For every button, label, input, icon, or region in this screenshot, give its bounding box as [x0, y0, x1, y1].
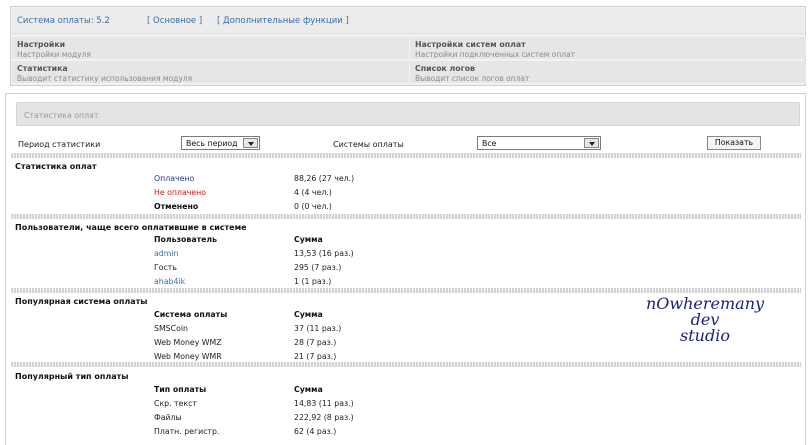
section-divider [11, 362, 801, 367]
systems-select[interactable]: Все [477, 136, 601, 150]
row-value: 4 (4 чел.) [294, 188, 332, 197]
systems-select-value: Все [482, 139, 497, 148]
menu-item-desc: Настройки подключенных систем оплат [415, 50, 576, 59]
row-label-unpaid: Не оплачено [154, 188, 207, 197]
row-value: 1 (1 раз.) [294, 277, 332, 286]
panel-title: Статистика оплат [24, 111, 99, 120]
row-value: 62 (4 раз.) [294, 427, 337, 436]
section-divider [11, 153, 801, 158]
section-divider [11, 214, 801, 219]
section-title-stats: Статистика оплат [15, 162, 97, 171]
menu-item-title: Список логов [415, 64, 475, 73]
system-name: Web Money WMZ [154, 338, 222, 347]
row-value: 222,92 (8 раз.) [294, 413, 354, 422]
nav-main-link[interactable]: [ Основное ] [147, 16, 202, 26]
system-name: Web Money WMR [154, 352, 222, 361]
version-label: Система оплаты: 5.2 [17, 16, 110, 26]
column-header: Тип оплаты [154, 385, 207, 394]
user-name: Гость [154, 263, 177, 272]
menu-item-statistics[interactable]: Статистика Выводит статистику использова… [12, 61, 409, 83]
row-label-cancelled: Отменено [154, 202, 199, 211]
system-name: SMSCoin [154, 324, 188, 333]
section-divider [11, 288, 801, 293]
column-header: Система оплаты [154, 310, 228, 319]
section-title-systems: Популярная система оплаты [15, 297, 148, 306]
row-value: 14,83 (11 раз.) [294, 399, 354, 408]
module-header-panel: Система оплаты: 5.2 [ Основное ] [ Допол… [10, 6, 806, 86]
section-title-users: Пользователи, чаще всего оплатившие в си… [15, 223, 247, 232]
row-value: 37 (11 раз.) [294, 324, 342, 333]
period-select[interactable]: Весь период [181, 136, 260, 150]
nav-extra-functions-link[interactable]: [ Дополнительные функции ] [217, 16, 349, 26]
user-link[interactable]: admin [154, 249, 178, 258]
user-link[interactable]: ahab4ik [154, 277, 185, 286]
menu-item-settings[interactable]: Настройки Настройки модуля [12, 37, 409, 59]
studio-logo: nOwheremany dev studio [630, 296, 780, 344]
menu-item-payment-systems-settings[interactable]: Настройки систем оплат Настройки подключ… [410, 37, 806, 59]
column-header: Сумма [294, 310, 323, 319]
chevron-down-icon[interactable] [243, 138, 258, 148]
row-value: 21 (7 раз.) [294, 352, 337, 361]
column-header: Сумма [294, 385, 323, 394]
systems-label: Системы оплаты [333, 140, 404, 149]
menu-item-logs[interactable]: Список логов Выводит список логов оплат [410, 61, 806, 83]
period-label: Период статистики [18, 140, 101, 149]
chevron-down-icon[interactable] [584, 138, 599, 148]
row-label-paid: Оплачено [154, 174, 195, 183]
type-name: Скр. текст [154, 399, 197, 408]
menu-item-desc: Выводит статистику использования модуля [17, 74, 193, 83]
menu-item-desc: Настройки модуля [17, 50, 91, 59]
section-title-types: Популярный тип оплаты [15, 372, 129, 381]
period-select-value: Весь период [186, 139, 238, 148]
menu-item-title: Статистика [17, 64, 68, 73]
menu-item-desc: Выводит список логов оплат [415, 74, 530, 83]
type-name: Платн. регистр. [154, 427, 220, 436]
column-header: Пользователь [154, 235, 218, 244]
row-value: 13,53 (16 раз.) [294, 249, 354, 258]
panel-title-bar: Статистика оплат [16, 102, 800, 126]
column-header: Сумма [294, 235, 323, 244]
menu-item-title: Настройки [17, 40, 66, 49]
row-value: 28 (7 раз.) [294, 338, 337, 347]
row-value: 88,26 (27 чел.) [294, 174, 355, 183]
statistics-panel: Статистика оплат Период статистики Весь … [5, 93, 806, 445]
logo-line: studio [680, 326, 730, 345]
menu-item-title: Настройки систем оплат [415, 40, 526, 49]
row-value: 295 (7 раз.) [294, 263, 342, 272]
type-name: Файлы [154, 413, 182, 422]
module-nav-bar: Система оплаты: 5.2 [ Основное ] [ Допол… [12, 8, 804, 34]
show-button[interactable]: Показать [707, 136, 761, 150]
row-value: 0 (0 чел.) [294, 202, 332, 211]
